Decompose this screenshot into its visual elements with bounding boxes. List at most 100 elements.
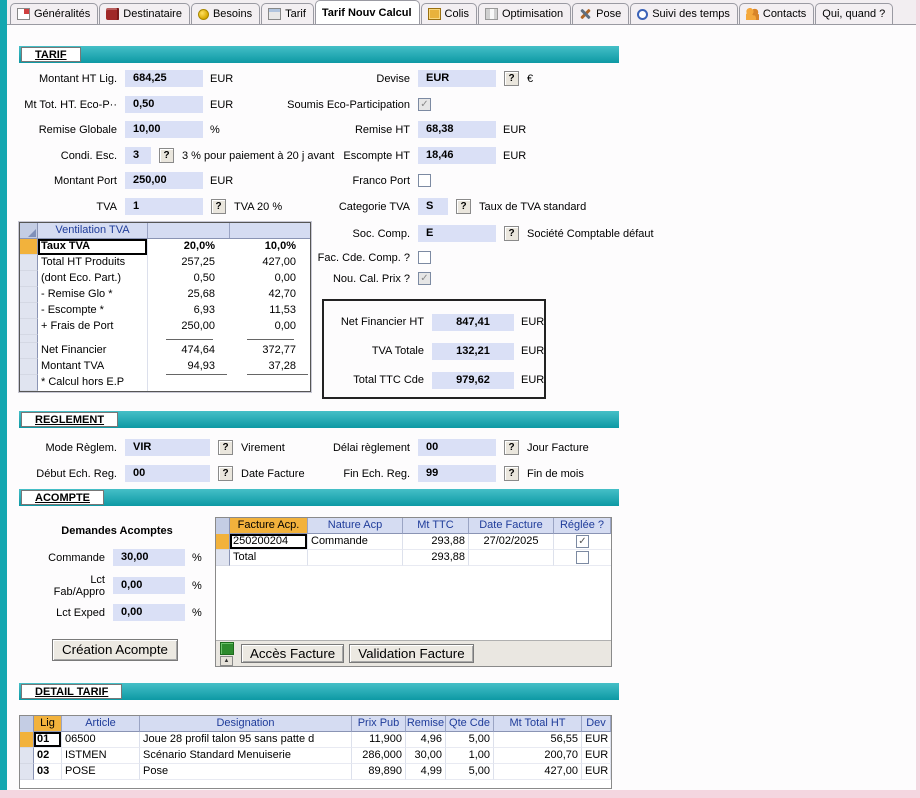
mt-tot-ht-ecop-input[interactable]: 0,50 — [125, 96, 203, 113]
value-cell[interactable]: 427,00 — [229, 255, 310, 271]
delai-reglement-input[interactable]: 00 — [418, 439, 496, 456]
label-cell[interactable]: - Escompte * — [38, 303, 148, 319]
tab-generalites[interactable]: Généralités — [10, 3, 98, 24]
tab-suivi-des-temps[interactable]: Suivi des temps — [630, 3, 738, 24]
value-cell[interactable]: 372,77 — [229, 343, 310, 359]
row-marker[interactable] — [20, 287, 38, 303]
acces-facture-button[interactable]: Accès Facture — [241, 644, 344, 663]
tab-tarif[interactable]: Tarif — [261, 3, 314, 24]
date-cell[interactable]: 27/02/2025 — [469, 534, 554, 550]
row-marker[interactable] — [20, 732, 34, 748]
reglee-checkbox[interactable] — [576, 551, 589, 564]
value-cell[interactable]: 25,68 — [148, 287, 229, 303]
help-button[interactable]: ? — [159, 148, 174, 163]
header-cell[interactable] — [148, 223, 230, 238]
fin-ech-reg-input[interactable]: 99 — [418, 465, 496, 482]
header-designation[interactable]: Designation — [140, 716, 352, 732]
value-cell[interactable]: 0,00 — [229, 271, 310, 287]
commande-input[interactable]: 30,00 — [113, 549, 185, 566]
montant-port-input[interactable]: 250,00 — [125, 172, 203, 189]
value-cell[interactable]: 257,25 — [148, 255, 229, 271]
mode-reglem-input[interactable]: VIR — [125, 439, 210, 456]
row-marker[interactable] — [20, 359, 38, 375]
lig-cell[interactable]: 03 — [34, 764, 62, 780]
label-cell[interactable]: Montant TVA — [38, 359, 148, 375]
value-cell[interactable]: 37,28 — [229, 359, 310, 375]
validation-facture-button[interactable]: Validation Facture — [349, 644, 473, 663]
excel-export-button[interactable] — [220, 642, 234, 655]
scroll-up-button[interactable]: ▲ — [220, 656, 233, 666]
header-dev[interactable]: Dev — [582, 716, 611, 732]
header-qte-cde[interactable]: Qte Cde — [446, 716, 494, 732]
value-cell[interactable]: 250,00 — [148, 319, 229, 335]
label-cell[interactable]: - Remise Glo * — [38, 287, 148, 303]
label-cell[interactable]: + Frais de Port — [38, 319, 148, 335]
header-nature-acp[interactable]: Nature Acp — [308, 518, 403, 534]
label-cell[interactable]: Total HT Produits — [38, 255, 148, 271]
dev-cell[interactable]: EUR — [582, 732, 611, 748]
row-marker[interactable] — [20, 271, 38, 287]
header-prix-pub[interactable]: Prix Pub — [352, 716, 406, 732]
header-remise[interactable]: Remise — [406, 716, 446, 732]
prix-pub-cell[interactable]: 11,900 — [352, 732, 406, 748]
escompte-ht-input[interactable]: 18,46 — [418, 147, 496, 164]
nature-cell[interactable]: Commande — [308, 534, 403, 550]
remise-cell[interactable]: 30,00 — [406, 748, 446, 764]
remise-globale-input[interactable]: 10,00 — [125, 121, 203, 138]
header-article[interactable]: Article — [62, 716, 140, 732]
date-cell[interactable] — [469, 550, 554, 566]
row-marker[interactable] — [20, 343, 38, 359]
row-marker[interactable] — [20, 255, 38, 271]
qte-cde-cell[interactable]: 1,00 — [446, 748, 494, 764]
facture-cell[interactable]: 250200204 — [230, 534, 308, 550]
value-cell[interactable]: 11,53 — [229, 303, 310, 319]
header-lig[interactable]: Lig — [34, 716, 62, 732]
remise-cell[interactable]: 4,99 — [406, 764, 446, 780]
value-cell[interactable]: 0,00 — [229, 319, 310, 335]
help-button[interactable]: ? — [504, 226, 519, 241]
taux-tva-cell[interactable]: Taux TVA — [38, 239, 148, 255]
creation-acompte-button[interactable]: Création Acompte — [52, 639, 178, 661]
lct-exped-input[interactable]: 0,00 — [113, 604, 185, 621]
header-facture-acp[interactable]: Facture Acp. — [230, 518, 308, 534]
help-button[interactable]: ? — [504, 71, 519, 86]
debut-ech-reg-input[interactable]: 00 — [125, 465, 210, 482]
row-marker[interactable] — [20, 748, 34, 764]
designation-cell[interactable]: Scénario Standard Menuiserie — [140, 748, 352, 764]
dev-cell[interactable]: EUR — [582, 764, 611, 780]
value-cell[interactable]: 20,0% — [148, 239, 229, 255]
tab-contacts[interactable]: Contacts — [739, 3, 814, 24]
nou-cal-prix-checkbox[interactable]: ✓ — [418, 272, 431, 285]
help-button[interactable]: ? — [218, 440, 233, 455]
nature-cell[interactable] — [308, 550, 403, 566]
mt-total-ht-cell[interactable]: 427,00 — [494, 764, 582, 780]
row-marker[interactable] — [20, 375, 38, 391]
help-button[interactable]: ? — [456, 199, 471, 214]
soumis-eco-checkbox[interactable]: ✓ — [418, 98, 431, 111]
header-reglee[interactable]: Réglée ? — [554, 518, 611, 534]
row-marker[interactable] — [20, 303, 38, 319]
row-marker[interactable] — [216, 534, 230, 550]
table-corner-cell[interactable] — [20, 716, 34, 732]
label-cell[interactable]: (dont Eco. Part.) — [38, 271, 148, 287]
help-button[interactable]: ? — [211, 199, 226, 214]
net-financier-ht-input[interactable]: 847,41 — [432, 314, 514, 331]
montant-ht-lig-input[interactable]: 684,25 — [125, 70, 203, 87]
tva-input[interactable]: 1 — [125, 198, 203, 215]
lig-cell[interactable]: 01 — [34, 732, 62, 748]
franco-port-checkbox[interactable] — [418, 174, 431, 187]
tab-pose[interactable]: Pose — [572, 3, 629, 24]
dev-cell[interactable]: EUR — [582, 748, 611, 764]
row-marker[interactable] — [216, 550, 230, 566]
value-cell[interactable]: 0,50 — [148, 271, 229, 287]
row-marker[interactable] — [20, 319, 38, 335]
mt-ttc-cell[interactable]: 293,88 — [403, 534, 469, 550]
remise-ht-input[interactable]: 68,38 — [418, 121, 496, 138]
prix-pub-cell[interactable]: 89,890 — [352, 764, 406, 780]
designation-cell[interactable]: Joue 28 profil talon 95 sans patte d — [140, 732, 352, 748]
article-cell[interactable]: 06500 — [62, 732, 140, 748]
reglee-checkbox[interactable]: ✓ — [576, 535, 589, 548]
soc-comp-input[interactable]: E — [418, 225, 496, 242]
prix-pub-cell[interactable]: 286,000 — [352, 748, 406, 764]
article-cell[interactable]: POSE — [62, 764, 140, 780]
